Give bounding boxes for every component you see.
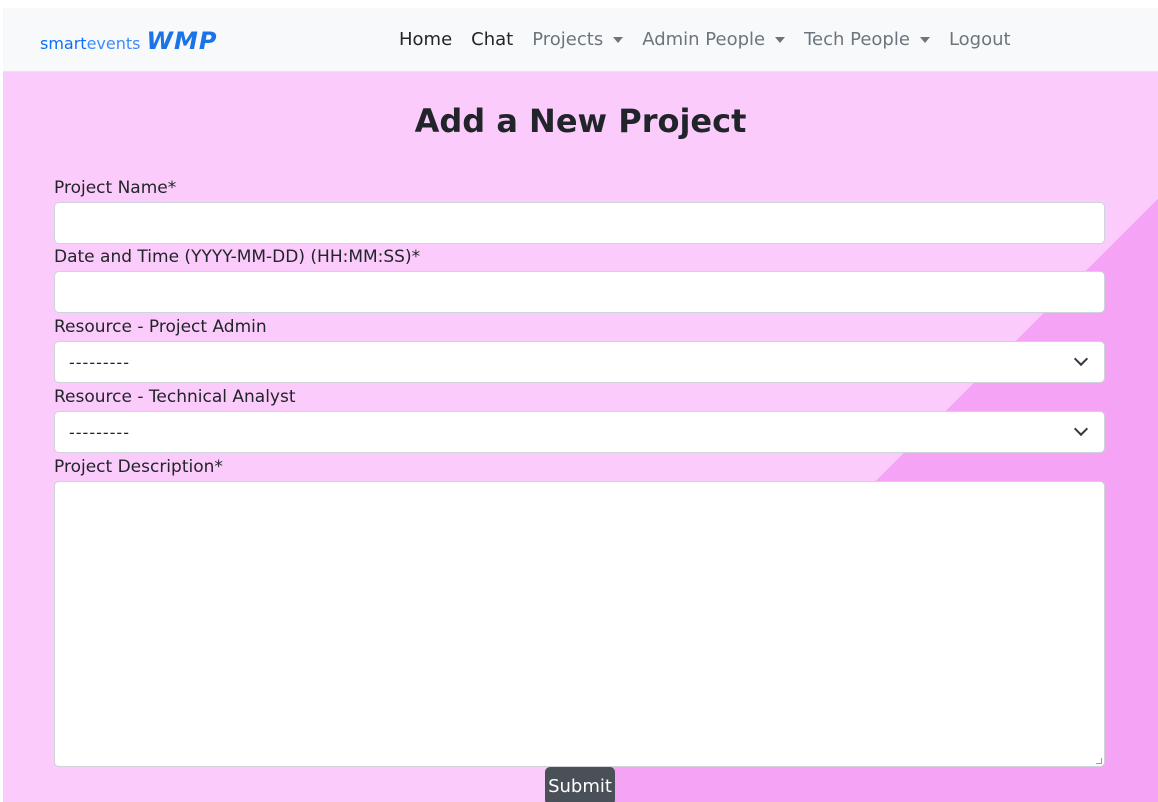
date-time-label: Date and Time (YYYY-MM-DD) (HH:MM:SS)* bbox=[54, 247, 421, 267]
project-admin-label: Resource - Project Admin bbox=[54, 317, 267, 337]
project-name-label: Project Name* bbox=[54, 178, 177, 198]
brand-events-text: events bbox=[86, 34, 141, 53]
resize-grip-icon[interactable] bbox=[1096, 758, 1102, 764]
brand-wmp-text: WMP bbox=[146, 27, 218, 55]
page-title: Add a New Project bbox=[414, 102, 747, 140]
nav-tech-people-dropdown[interactable]: Tech People bbox=[804, 29, 930, 50]
project-admin-select[interactable]: --------- bbox=[54, 341, 1105, 383]
brand-logo[interactable]: smart events WMP bbox=[40, 27, 217, 55]
nav-projects-label: Projects bbox=[532, 29, 604, 50]
technical-analyst-select[interactable]: --------- bbox=[54, 411, 1105, 453]
chevron-down-icon bbox=[1073, 421, 1089, 437]
nav-admin-people-dropdown[interactable]: Admin People bbox=[642, 29, 786, 50]
chevron-down-icon bbox=[1073, 351, 1089, 367]
project-description-label: Project Description* bbox=[54, 457, 223, 477]
main-content: Add a New Project Project Name* Date and… bbox=[3, 72, 1158, 802]
caret-down-icon bbox=[775, 36, 786, 43]
project-description-textarea[interactable] bbox=[54, 481, 1105, 767]
technical-analyst-selected: --------- bbox=[69, 423, 130, 442]
navbar: smart events WMP Home Chat Projects Admi… bbox=[3, 8, 1158, 72]
technical-analyst-label: Resource - Technical Analyst bbox=[54, 387, 296, 407]
nav-tech-people-label: Tech People bbox=[804, 29, 910, 50]
project-name-input[interactable] bbox=[54, 202, 1105, 244]
nav-links: Home Chat Projects Admin People Tech Peo… bbox=[399, 29, 1030, 50]
nav-projects-dropdown[interactable]: Projects bbox=[532, 29, 624, 50]
caret-down-icon bbox=[919, 36, 930, 43]
nav-logout[interactable]: Logout bbox=[949, 29, 1011, 50]
nav-chat[interactable]: Chat bbox=[471, 29, 513, 50]
date-time-input[interactable] bbox=[54, 271, 1105, 313]
submit-button[interactable]: Submit bbox=[545, 767, 615, 802]
app-window: smart events WMP Home Chat Projects Admi… bbox=[3, 8, 1158, 802]
nav-home[interactable]: Home bbox=[399, 29, 452, 50]
caret-down-icon bbox=[613, 36, 624, 43]
nav-admin-people-label: Admin People bbox=[642, 29, 766, 50]
project-admin-selected: --------- bbox=[69, 353, 130, 372]
brand-smart-text: smart bbox=[40, 34, 87, 53]
